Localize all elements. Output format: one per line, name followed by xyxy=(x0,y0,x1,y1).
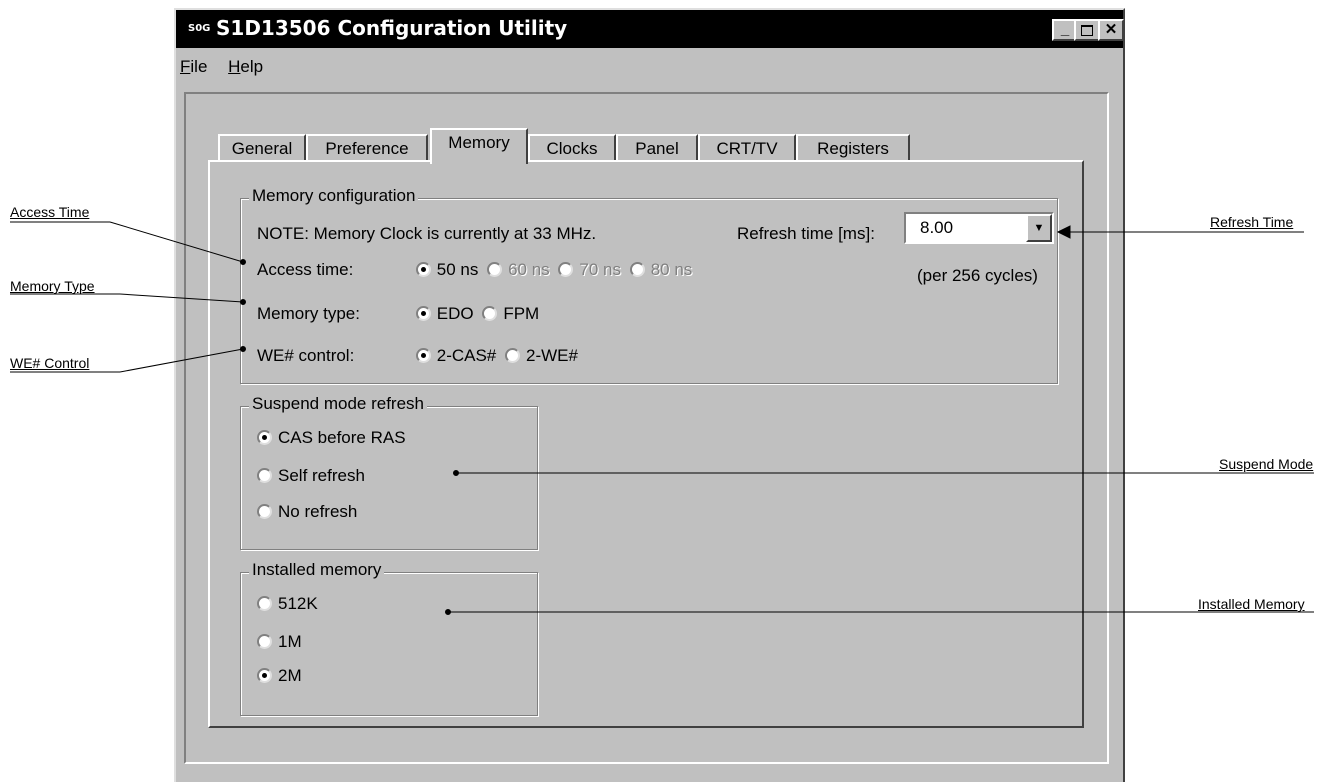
suspend-mode-dot xyxy=(453,470,459,476)
refresh-time-callout: Refresh Time xyxy=(1210,214,1294,230)
suspend-mode-callout: Suspend Mode xyxy=(1219,456,1314,472)
callout-lines xyxy=(10,221,1314,615)
memory-type-leader xyxy=(119,293,244,303)
access-time-leader xyxy=(109,221,244,263)
memory-type-callout: Memory Type xyxy=(10,278,95,294)
we-control-leader xyxy=(119,348,244,373)
access-time-dot xyxy=(240,259,246,265)
refresh-time-arrow xyxy=(1056,225,1071,239)
we-control-dot xyxy=(240,346,246,352)
installed-memory-callout: Installed Memory xyxy=(1198,596,1305,612)
access-time-callout: Access Time xyxy=(10,204,90,220)
tab-memory[interactable]: Memory xyxy=(430,128,528,164)
memory-type-dot xyxy=(240,299,246,305)
installed-memory-dot xyxy=(445,609,451,615)
we-control-callout: WE# Control xyxy=(10,355,90,371)
